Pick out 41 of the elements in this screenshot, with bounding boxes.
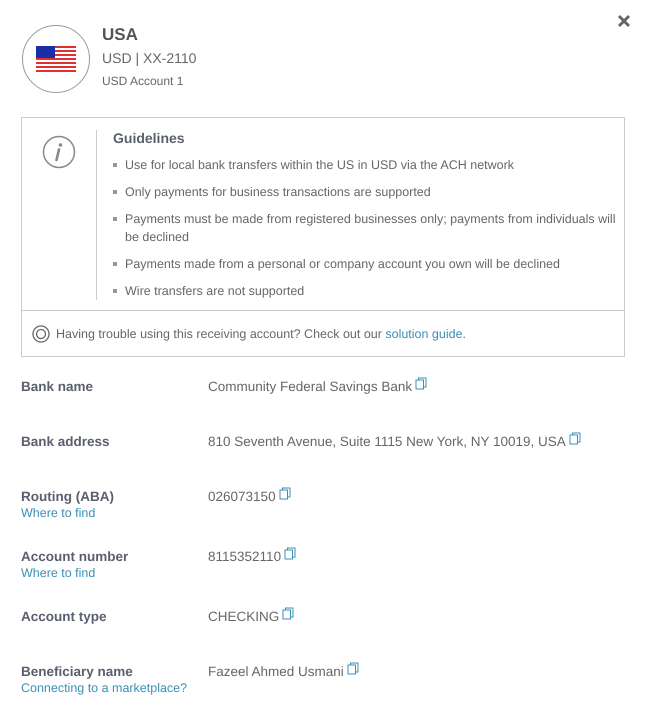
solution-guide-link[interactable]: solution guide bbox=[385, 327, 463, 341]
bullet-icon bbox=[113, 289, 117, 293]
field-label: Routing (ABA) bbox=[21, 489, 115, 504]
copy-icon[interactable] bbox=[415, 377, 428, 390]
flag-icon bbox=[36, 46, 76, 72]
copy-icon[interactable] bbox=[278, 487, 291, 500]
field-value: 026073150 bbox=[208, 489, 276, 504]
help-link[interactable]: Where to find bbox=[21, 566, 208, 580]
account-name: USD Account 1 bbox=[102, 74, 184, 88]
guideline-text: Use for local bank transfers within the US in USD via the ACH network bbox=[125, 157, 514, 174]
currency-account: USD | XX-2110 bbox=[102, 50, 196, 66]
field-label: Beneficiary name bbox=[21, 664, 134, 679]
copy-icon[interactable] bbox=[346, 662, 359, 675]
field-value: 810 Seventh Avenue, Suite 1115 New York, NY 10019, USA bbox=[208, 434, 566, 449]
country-name: USA bbox=[102, 25, 139, 45]
copy-icon[interactable] bbox=[284, 547, 296, 560]
guideline-text: Payments made from a personal or company account you own will be declined bbox=[125, 256, 560, 273]
copy-icon[interactable] bbox=[568, 432, 581, 445]
guidelines-title: Guidelines bbox=[113, 130, 186, 146]
guideline-text: Payments must be made from registered businesses only; payments from individuals will be declined bbox=[125, 211, 616, 246]
help-link[interactable]: Where to find bbox=[21, 506, 208, 520]
field-label: Bank address bbox=[21, 434, 111, 449]
field-value: CHECKING bbox=[208, 609, 280, 624]
lifebuoy-icon bbox=[32, 325, 50, 343]
field-label: Bank name bbox=[21, 379, 94, 394]
guideline-text: Only payments for business transactions are supported bbox=[125, 184, 431, 201]
help-link[interactable]: Connecting to a marketplace? bbox=[21, 681, 208, 695]
copy-icon[interactable] bbox=[282, 607, 294, 620]
bullet-icon bbox=[113, 217, 117, 221]
bullet-icon bbox=[113, 262, 117, 266]
field-value: Fazeel Ahmed Usmani bbox=[208, 664, 344, 679]
help-text: Having trouble using this receiving account? Check out our solution guide. bbox=[56, 327, 466, 341]
close-icon[interactable] bbox=[617, 14, 631, 28]
field-value: Community Federal Savings Bank bbox=[208, 379, 412, 394]
guideline-text: Wire transfers are not supported bbox=[125, 283, 304, 300]
field-label: Account number bbox=[21, 549, 130, 564]
bullet-icon bbox=[113, 190, 117, 194]
info-icon bbox=[42, 135, 76, 169]
field-value: 8115352110 bbox=[208, 549, 282, 564]
bullet-icon bbox=[113, 163, 117, 167]
field-label: Account type bbox=[21, 609, 108, 624]
